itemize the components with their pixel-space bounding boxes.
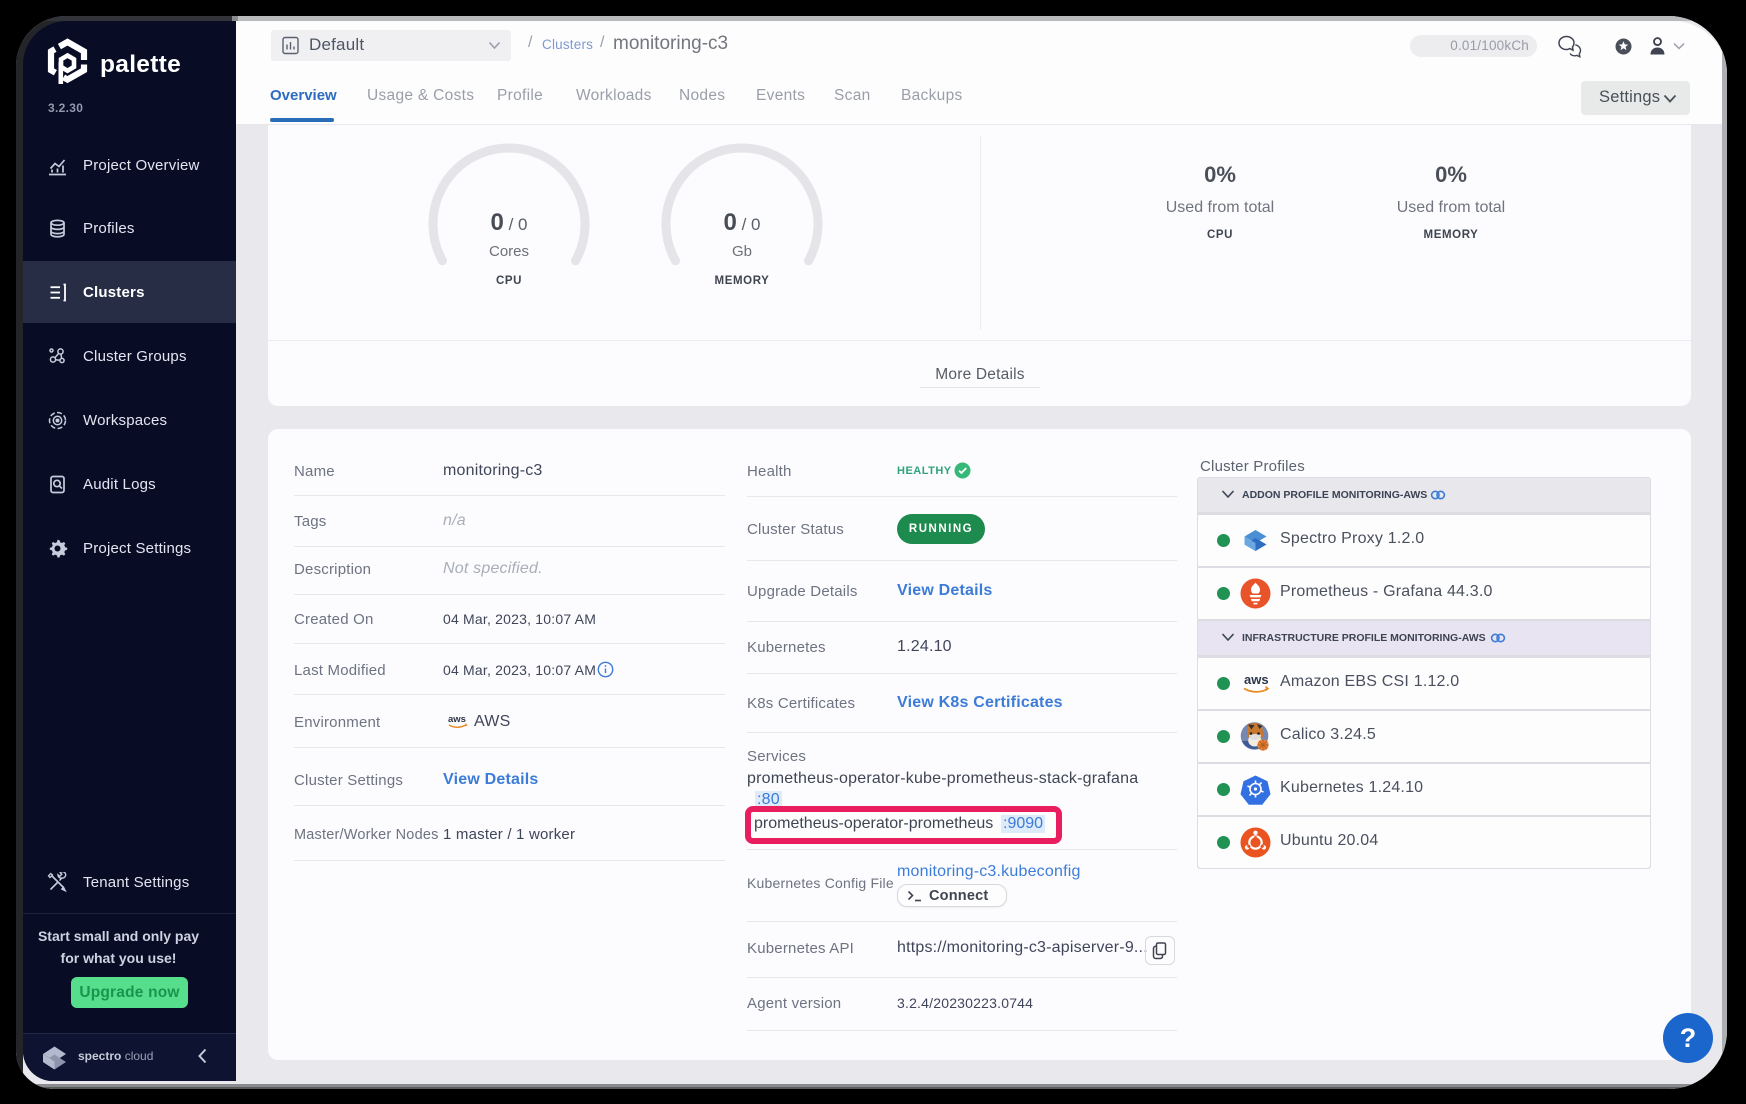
svg-text:aws: aws: [448, 714, 466, 725]
svg-text:aws: aws: [1244, 672, 1269, 687]
